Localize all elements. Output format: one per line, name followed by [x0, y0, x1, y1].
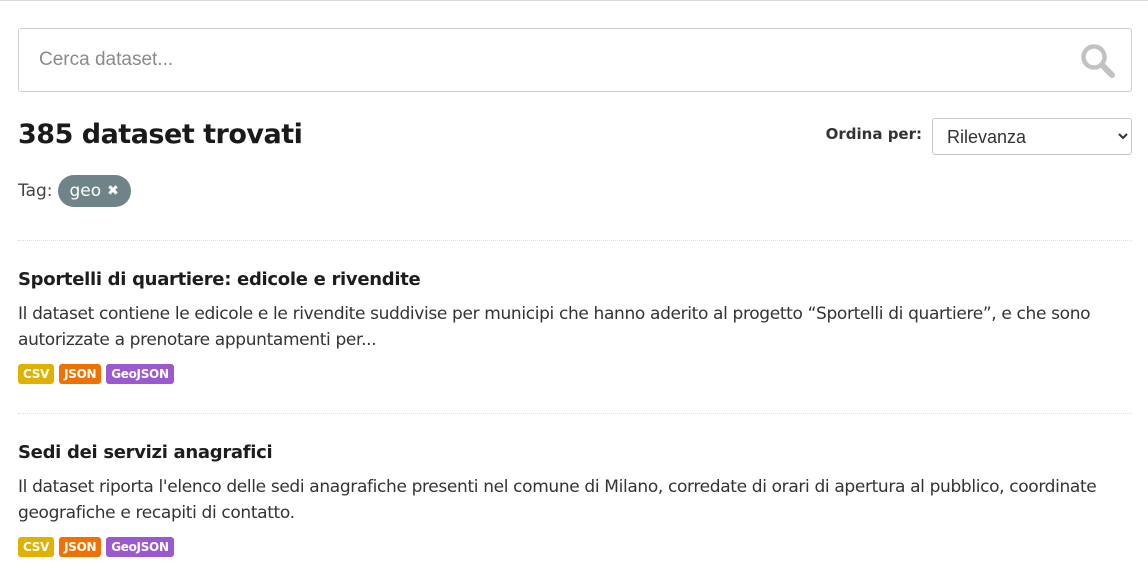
sort-label: Ordina per:: [825, 125, 922, 143]
active-tags: Tag: geo ✖: [18, 175, 131, 207]
format-badges: CSV JSON GeoJSON: [18, 537, 1132, 557]
tag-pill[interactable]: geo ✖: [57, 175, 131, 207]
divider: [18, 240, 1132, 241]
search-input[interactable]: [19, 29, 1059, 91]
divider: [18, 413, 1132, 414]
dataset-item: Sportelli di quartiere: edicole e rivend…: [18, 269, 1132, 384]
format-badges: CSV JSON GeoJSON: [18, 364, 1132, 384]
format-badge-csv[interactable]: CSV: [18, 364, 55, 384]
dataset-description: Il dataset contiene le edicole e le rive…: [18, 304, 1091, 350]
search-icon: [1081, 44, 1115, 78]
dataset-title-link[interactable]: Sportelli di quartiere: edicole e rivend…: [18, 269, 1132, 290]
format-badge-geojson[interactable]: GeoJSON: [106, 537, 174, 557]
dataset-title-link[interactable]: Sedi dei servizi anagrafici: [18, 442, 1132, 463]
sort-select[interactable]: Rilevanza: [932, 118, 1132, 155]
dataset-search-page: 385 dataset trovati Ordina per: Rilevanz…: [0, 0, 1148, 572]
dataset-description: Il dataset riporta l'elenco delle sedi a…: [18, 477, 1097, 523]
result-count: 385 dataset trovati: [18, 119, 303, 150]
format-badge-geojson[interactable]: GeoJSON: [106, 364, 174, 384]
format-badge-json[interactable]: JSON: [59, 364, 102, 384]
close-icon[interactable]: ✖: [107, 184, 119, 198]
format-badge-csv[interactable]: CSV: [18, 537, 55, 557]
dataset-item: Sedi dei servizi anagrafici Il dataset r…: [18, 442, 1132, 557]
search-box: [18, 28, 1132, 92]
format-badge-json[interactable]: JSON: [59, 537, 102, 557]
tag-name: geo: [69, 181, 102, 201]
search-button[interactable]: [1079, 42, 1117, 80]
tag-label: Tag:: [18, 181, 53, 201]
